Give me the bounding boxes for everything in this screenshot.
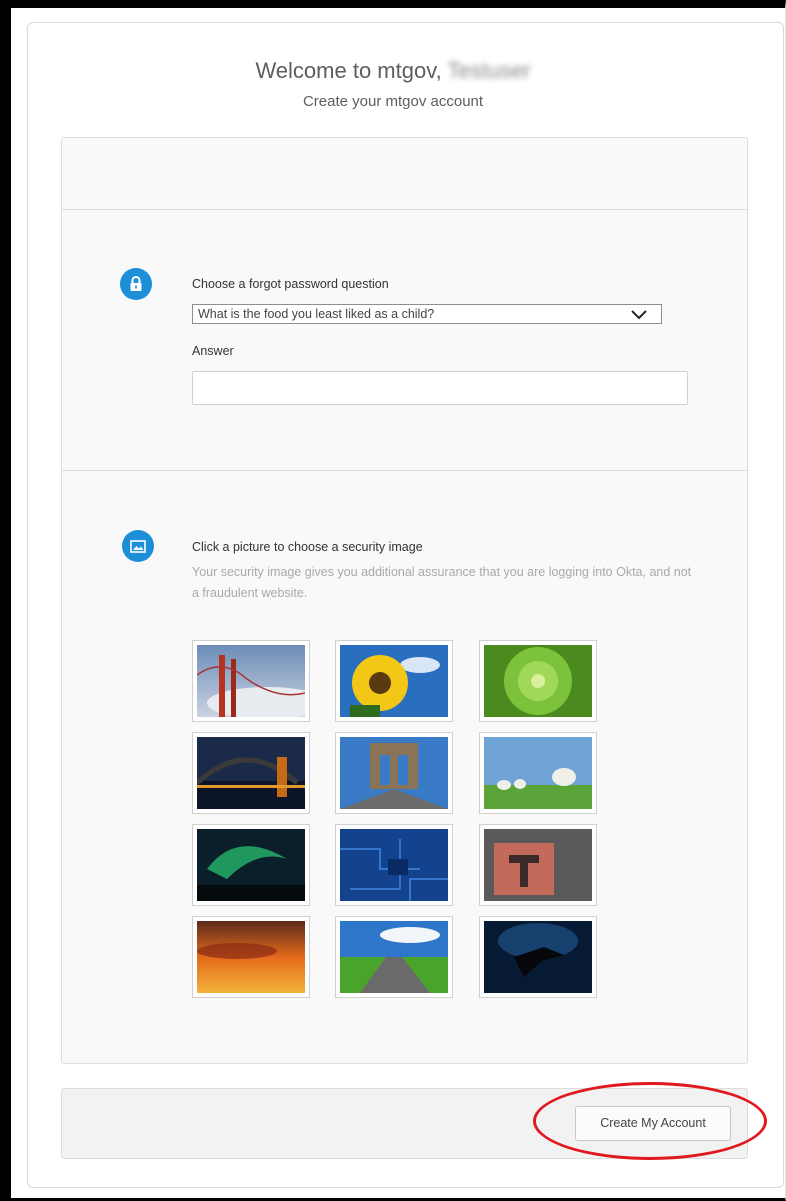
answer-label: Answer: [192, 344, 234, 358]
red-block-image: [484, 829, 592, 901]
brooklyn-bridge-image: [340, 737, 448, 809]
security-image-sunflower[interactable]: [335, 640, 453, 722]
security-image-brooklyn-bridge[interactable]: [335, 732, 453, 814]
welcome-prefix: Welcome to mtgov,: [255, 58, 442, 83]
forgot-question-label: Choose a forgot password question: [192, 277, 389, 291]
security-image-succulent[interactable]: [479, 640, 597, 722]
security-image-title: Click a picture to choose a security ima…: [192, 540, 423, 554]
security-image-aurora[interactable]: [192, 824, 310, 906]
sheep-image: [484, 737, 592, 809]
road-image: [340, 921, 448, 993]
aurora-image: [197, 829, 305, 901]
security-image-manta-ray[interactable]: [479, 916, 597, 998]
lock-icon: [120, 268, 152, 300]
golden-gate-bridge-image: [197, 645, 305, 717]
forgot-question-select[interactable]: What is the food you least liked as a ch…: [192, 304, 662, 324]
succulent-image: [484, 645, 592, 717]
form-divider-top: [61, 209, 748, 210]
image-icon: [122, 530, 154, 562]
answer-input[interactable]: [192, 371, 688, 405]
security-image-harbour-bridge[interactable]: [192, 732, 310, 814]
welcome-heading: Welcome to mtgov, Testuser: [0, 58, 786, 84]
security-image-golden-gate-bridge[interactable]: [192, 640, 310, 722]
security-image-red-block[interactable]: [479, 824, 597, 906]
security-image-help: Your security image gives you additional…: [192, 565, 692, 600]
circuit-board-image: [340, 829, 448, 901]
security-image-sunset-clouds[interactable]: [192, 916, 310, 998]
chevron-down-icon: [631, 309, 647, 323]
page-subtitle: Create your mtgov account: [302, 93, 484, 110]
welcome-username-obscured: Testuser: [447, 58, 531, 83]
form-divider-middle: [61, 470, 748, 471]
sunflower-image: [340, 645, 448, 717]
forgot-question-selected: What is the food you least liked as a ch…: [198, 307, 435, 321]
security-image-circuit-board[interactable]: [335, 824, 453, 906]
annotation-highlight-circle: [533, 1082, 767, 1160]
security-image-sheep[interactable]: [479, 732, 597, 814]
security-image-road[interactable]: [335, 916, 453, 998]
manta-ray-image: [484, 921, 592, 993]
sunset-clouds-image: [197, 921, 305, 993]
harbour-bridge-image: [197, 737, 305, 809]
